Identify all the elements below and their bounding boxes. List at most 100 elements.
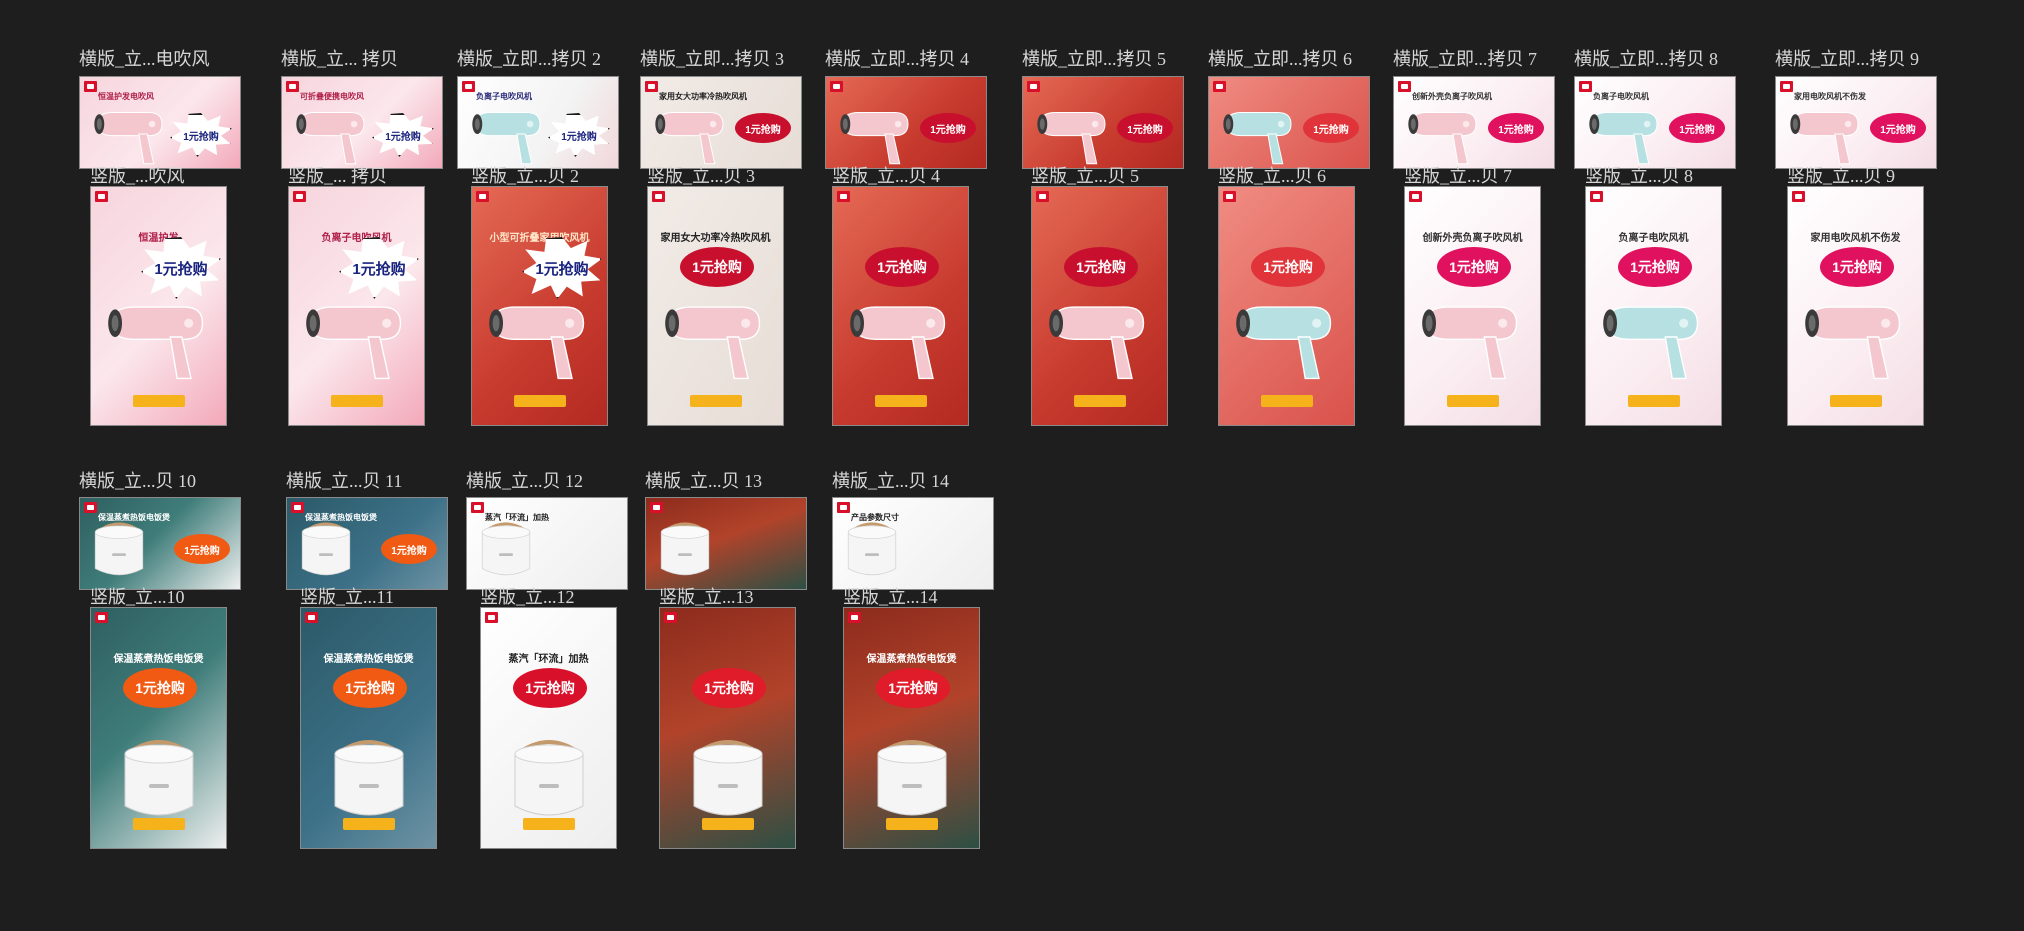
frame-label[interactable]: 竖版_立...12 — [480, 588, 575, 606]
frame-label[interactable]: 横版_立...贝 14 — [832, 472, 949, 490]
artboard-thumbnail[interactable]: 1元抢购 — [1208, 76, 1370, 169]
artboard-thumbnail[interactable]: 家用电吹风机不伤发 1元抢购 — [1775, 76, 1937, 169]
frame-label[interactable]: 竖版_立...贝 5 — [1031, 167, 1139, 185]
ad-headline: 创新外壳负离子吹风机 — [1422, 233, 1523, 244]
artboard-thumbnail[interactable]: 恒温护发 1元抢购 — [90, 186, 227, 426]
artboard-thumbnail[interactable]: 保温蒸煮热饭电饭煲 1元抢购 — [843, 607, 980, 849]
artboard-thumbnail[interactable]: 恒温护发电吹风 1元抢购 — [79, 76, 241, 169]
brand-logo-icon — [293, 191, 306, 202]
artboard-thumbnail[interactable]: 保温蒸煮热饭电饭煲 1元抢购 — [300, 607, 437, 849]
artboard-thumbnail[interactable]: 家用女大功率冷热吹风机 1元抢购 — [647, 186, 784, 426]
promo-badge-text: 1元抢购 — [352, 260, 406, 278]
brand-logo-icon — [1036, 191, 1049, 202]
ad-headline: 保温蒸煮热饭电饭煲 — [323, 654, 414, 665]
artboard-thumbnail[interactable]: 创新外壳负离子吹风机 1元抢购 — [1404, 186, 1541, 426]
promo-badge-text: 1元抢购 — [154, 260, 208, 278]
artboard-thumbnail[interactable]: 小型可折叠家用吹风机 1元抢购 — [471, 186, 608, 426]
brand-logo-icon — [1579, 81, 1592, 92]
frame-label[interactable]: 竖版_立...贝 4 — [832, 167, 940, 185]
promo-badge-text: 1元抢购 — [1449, 259, 1499, 275]
artboard-thumbnail[interactable] — [645, 497, 807, 590]
frame-label[interactable]: 横版_立即...拷贝 5 — [1022, 50, 1166, 68]
promo-badge-text: 1元抢购 — [1880, 124, 1916, 136]
promo-badge-text: 1元抢购 — [525, 680, 575, 696]
frame-label[interactable]: 竖版_...吹风 — [90, 167, 185, 185]
frame-label[interactable]: 横版_立即...拷贝 3 — [640, 50, 784, 68]
frame-label[interactable]: 横版_立...贝 10 — [79, 472, 196, 490]
download-button — [1261, 395, 1313, 407]
frame-label[interactable]: 横版_立... 拷贝 — [281, 50, 398, 68]
frame-label[interactable]: 横版_立即...拷贝 2 — [457, 50, 601, 68]
promo-badge-text: 1元抢购 — [1076, 259, 1126, 275]
frame-label[interactable]: 横版_立...电吹风 — [79, 50, 210, 68]
artboard-thumbnail[interactable]: 1元抢购 — [1022, 76, 1184, 169]
frame-label[interactable]: 横版_立...贝 12 — [466, 472, 583, 490]
artboard-thumbnail[interactable]: 创新外壳负离子吹风机 1元抢购 — [1393, 76, 1555, 169]
promo-badge-text: 1元抢购 — [745, 124, 781, 136]
frame-label[interactable]: 竖版_立...贝 9 — [1787, 167, 1895, 185]
brand-logo-icon — [485, 612, 498, 623]
frame-label[interactable]: 横版_立...贝 11 — [286, 472, 402, 490]
artboard-thumbnail[interactable]: 保温蒸煮热饭电饭煲 1元抢购 — [286, 497, 448, 590]
promo-badge: 1元抢购 — [735, 113, 791, 143]
frame-label[interactable]: 横版_立即...拷贝 8 — [1574, 50, 1718, 68]
promo-badge-text: 1元抢购 — [1498, 124, 1534, 136]
frame-label[interactable]: 竖版_立...贝 8 — [1585, 167, 1693, 185]
frame-label[interactable]: 竖版_立...10 — [90, 588, 185, 606]
promo-badge: 1元抢购 — [1669, 113, 1725, 143]
frame-label[interactable]: 竖版_立...13 — [659, 588, 754, 606]
brand-logo-icon — [305, 612, 318, 623]
promo-badge: 1元抢购 — [174, 534, 230, 564]
promo-badge-text: 1元抢购 — [183, 131, 219, 143]
artboard-thumbnail[interactable]: 负离子电吹风机 1元抢购 — [288, 186, 425, 426]
ad-headline: 保温蒸煮热饭电饭煲 — [113, 654, 204, 665]
hair-dryer-image — [1413, 282, 1528, 392]
artboard-thumbnail[interactable]: 负离子电吹风机 1元抢购 — [457, 76, 619, 169]
artboard-thumbnail[interactable]: 1元抢购 — [1218, 186, 1355, 426]
artboard-thumbnail[interactable]: 家用电吹风机不伤发 1元抢购 — [1787, 186, 1924, 426]
artboard-thumbnail[interactable]: 负离子电吹风机 1元抢购 — [1574, 76, 1736, 169]
promo-badge-text: 1元抢购 — [1832, 259, 1882, 275]
artboard-thumbnail[interactable]: 负离子电吹风机 1元抢购 — [1585, 186, 1722, 426]
frame-label[interactable]: 横版_立即...拷贝 4 — [825, 50, 969, 68]
promo-badge-text: 1元抢购 — [930, 124, 966, 136]
artboard-thumbnail[interactable]: 保温蒸煮热饭电饭煲 1元抢购 — [79, 497, 241, 590]
artboard-thumbnail[interactable]: 1元抢购 — [825, 76, 987, 169]
frame-label[interactable]: 竖版_立...贝 2 — [471, 167, 579, 185]
artboard-thumbnail[interactable]: 蒸汽「环流」加热 1元抢购 — [480, 607, 617, 849]
frame-label[interactable]: 横版_立...贝 13 — [645, 472, 762, 490]
artboard-thumbnail[interactable]: 保温蒸煮热饭电饭煲 1元抢购 — [90, 607, 227, 849]
frame-label[interactable]: 竖版_... 拷贝 — [288, 167, 387, 185]
promo-badge: 1元抢购 — [372, 113, 434, 157]
hair-dryer-image — [297, 282, 412, 392]
artboard-thumbnail[interactable]: 可折叠便携电吹风 1元抢购 — [281, 76, 443, 169]
promo-badge: 1元抢购 — [1870, 113, 1926, 143]
download-button — [702, 818, 754, 830]
brand-logo-icon — [1409, 191, 1422, 202]
frame-label[interactable]: 竖版_立...贝 3 — [647, 167, 755, 185]
artboard-thumbnail[interactable]: 1元抢购 — [1031, 186, 1168, 426]
rice-cooker-image — [837, 512, 907, 586]
brand-logo-icon — [664, 612, 677, 623]
artboard-thumbnail[interactable]: 产品参数尺寸 — [832, 497, 994, 590]
promo-badge: 1元抢购 — [1820, 247, 1894, 287]
frame-label[interactable]: 横版_立即...拷贝 7 — [1393, 50, 1537, 68]
frame-label[interactable]: 横版_立即...拷贝 9 — [1775, 50, 1919, 68]
rice-cooker-image — [84, 512, 154, 586]
artboard-thumbnail[interactable]: 蒸汽「环流」加热 — [466, 497, 628, 590]
promo-badge: 1元抢购 — [680, 247, 754, 287]
rice-cooker-image — [678, 728, 778, 828]
artboard-thumbnail[interactable]: 家用女大功率冷热吹风机 1元抢购 — [640, 76, 802, 169]
download-button — [514, 395, 566, 407]
hair-dryer-image — [1579, 101, 1669, 167]
frame-label[interactable]: 竖版_立...贝 7 — [1404, 167, 1512, 185]
artboard-thumbnail[interactable]: 1元抢购 — [832, 186, 969, 426]
frame-label[interactable]: 横版_立即...拷贝 6 — [1208, 50, 1352, 68]
download-button — [133, 818, 185, 830]
frame-label[interactable]: 竖版_立...贝 6 — [1218, 167, 1326, 185]
brand-logo-icon — [476, 191, 489, 202]
frame-label[interactable]: 竖版_立...14 — [843, 588, 938, 606]
frame-label[interactable]: 竖版_立...11 — [300, 588, 394, 606]
artboard-thumbnail[interactable]: 1元抢购 — [659, 607, 796, 849]
hair-dryer-image — [1594, 282, 1709, 392]
